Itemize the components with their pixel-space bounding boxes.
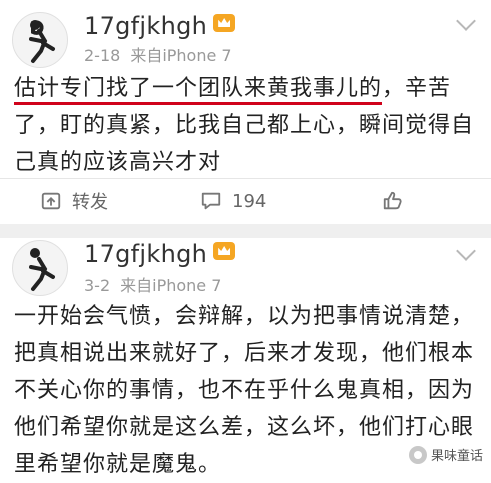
highlighted-text: 估计专门找了一个团队来黄我事儿的 [14,76,383,105]
post-meta: 2-18 来自iPhone 7 [84,42,232,66]
repost-label: 转发 [72,192,108,213]
post-meta: 3-2 来自iPhone 7 [84,272,221,296]
post-date: 3-2 [84,276,111,295]
repost-button[interactable]: 转发 [40,179,108,223]
chevron-down-icon[interactable] [456,241,476,261]
runner-silhouette-icon [29,248,55,291]
avatar[interactable] [12,240,68,296]
post-source: 来自iPhone 7 [130,46,232,65]
comment-button[interactable]: 194 [200,179,266,223]
username-text[interactable]: 17gfjkhgh [84,240,207,268]
post-body: 估计专门找了一个团队来黄我事儿的，辛苦了，盯的真紧，比我自己都上心，瞬间觉得自己… [14,70,477,181]
chevron-down-icon[interactable] [456,11,476,31]
username-text[interactable]: 17gfjkhgh [84,12,207,40]
watermark: 果味童话 [408,445,483,464]
weibo-post-1: 17gfjkhgh 2-18 来自iPhone 7 估计专门找了一个团队来黄我事儿… [0,0,491,226]
thumbs-up-icon [383,191,402,210]
runner-silhouette-icon [29,20,55,63]
action-bar: 转发 194 [0,178,491,223]
weibo-post-2: 17gfjkhgh 3-2 来自iPhone 7 一开始会气愤，会辩解，以为把事情… [0,238,491,477]
username[interactable]: 17gfjkhgh [84,12,236,40]
wechat-logo-icon [408,445,427,464]
comment-icon [201,192,221,210]
vip-crown-icon [213,242,236,260]
like-button[interactable] [382,179,414,223]
username[interactable]: 17gfjkhgh [84,240,236,268]
post-text: 一开始会气愤，会辩解，以为把事情说清楚，把真相说出来就好了，后来才发现，他们根本… [14,304,475,477]
post-source: 来自iPhone 7 [120,276,222,295]
post-body: 一开始会气愤，会辩解，以为把事情说清楚，把真相说出来就好了，后来才发现，他们根本… [14,298,477,483]
avatar[interactable] [12,12,68,68]
repost-icon [41,192,61,210]
watermark-text: 果味童话 [430,449,483,464]
post-date: 2-18 [84,46,121,65]
comment-count: 194 [232,190,267,212]
vip-crown-icon [213,14,236,32]
post-divider [0,224,491,238]
